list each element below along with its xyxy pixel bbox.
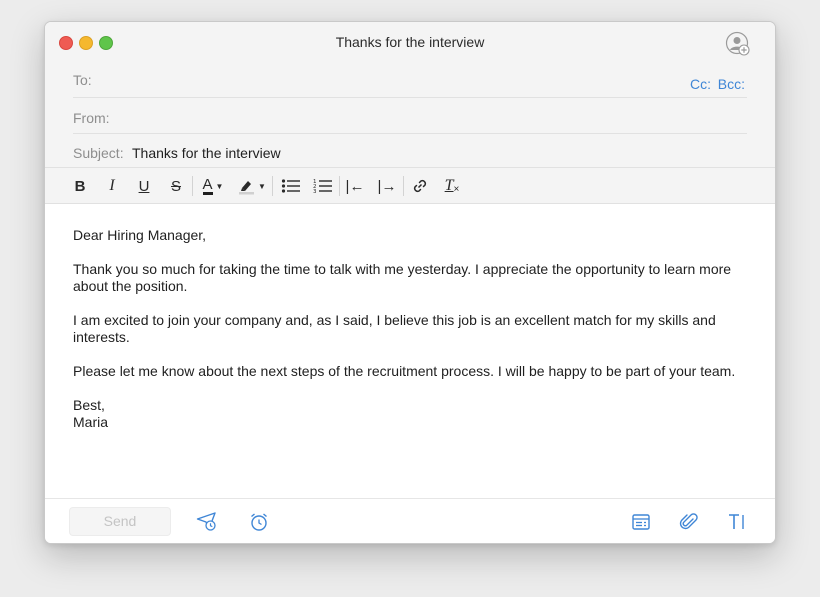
toolbar-separator <box>192 176 193 196</box>
bullet-list-button[interactable] <box>280 175 302 197</box>
toolbar-separator <box>272 176 273 196</box>
template-icon[interactable] <box>630 511 652 533</box>
cc-button[interactable]: Cc: <box>690 76 711 92</box>
add-contact-icon[interactable] <box>725 31 751 57</box>
clear-format-button[interactable]: T × <box>441 175 463 197</box>
body-paragraph: I am excited to join your company and, a… <box>73 312 716 345</box>
indent-button[interactable]: |→ <box>376 175 398 197</box>
bcc-button[interactable]: Bcc: <box>718 76 745 92</box>
from-row[interactable]: From: <box>73 98 747 134</box>
clear-format-glyph: T <box>444 177 454 194</box>
compose-footer: Send <box>45 498 775 543</box>
text-color-button[interactable]: A ▼ <box>198 175 228 197</box>
highlight-color-button[interactable]: ▼ <box>237 175 267 197</box>
body-paragraph: Please let me know about the next steps … <box>73 363 736 379</box>
x-icon: × <box>453 183 460 195</box>
body-paragraph: Thank you so much for taking the time to… <box>73 261 732 294</box>
subject-label: Subject: <box>73 145 124 161</box>
attachment-icon[interactable] <box>678 511 700 533</box>
format-toolbar: B I U S A ▼ ▼ 1 2 3 |← |→ T × <box>45 167 775 204</box>
strikethrough-button[interactable]: S <box>167 175 185 197</box>
body-closing: Best, <box>73 397 105 413</box>
bullet-list-icon <box>281 179 300 193</box>
body-greeting: Dear Hiring Manager, <box>73 227 207 243</box>
to-row[interactable]: To: Cc: Bcc: <box>73 62 747 98</box>
send-later-icon[interactable] <box>196 511 218 533</box>
italic-button[interactable]: I <box>103 175 121 197</box>
bold-button[interactable]: B <box>71 175 89 197</box>
subject-row[interactable]: Subject: Thanks for the interview <box>73 133 747 168</box>
numbered-list-icon: 1 2 3 <box>313 179 332 194</box>
window-title: Thanks for the interview <box>335 34 485 50</box>
underline-button[interactable]: U <box>135 175 153 197</box>
outdent-button[interactable]: |← <box>344 175 366 197</box>
text-color-glyph: A <box>202 175 213 195</box>
message-body[interactable]: Dear Hiring Manager, Thank you so much f… <box>73 227 747 431</box>
highlighter-icon <box>239 181 255 195</box>
title-bar: Thanks for the interview <box>45 22 775 62</box>
chevron-down-icon: ▼ <box>258 181 266 191</box>
link-icon <box>413 179 427 193</box>
subject-field[interactable]: Thanks for the interview <box>132 145 281 161</box>
send-button[interactable]: Send <box>69 507 171 536</box>
insert-link-button[interactable] <box>409 175 431 197</box>
toolbar-separator <box>339 176 340 196</box>
reminder-alarm-icon[interactable] <box>248 511 270 533</box>
numbered-list-button[interactable]: 1 2 3 <box>312 175 334 197</box>
text-format-icon[interactable] <box>726 511 748 533</box>
to-label: To: <box>73 72 92 88</box>
chevron-down-icon: ▼ <box>215 181 224 191</box>
compose-window: Thanks for the interview To: Cc: Bcc: Fr… <box>44 21 776 544</box>
body-signature: Maria <box>73 414 109 430</box>
from-label: From: <box>73 110 110 126</box>
svg-text:3: 3 <box>313 189 317 194</box>
toolbar-separator <box>403 176 404 196</box>
